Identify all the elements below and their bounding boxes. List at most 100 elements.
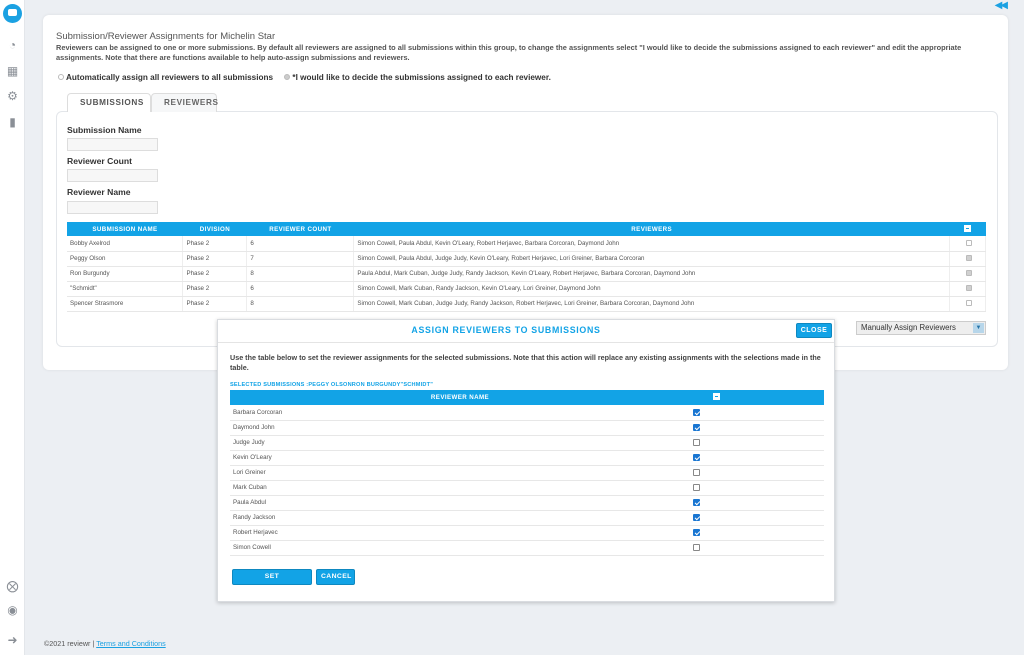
row-select-cell (949, 296, 987, 312)
submission-name-cell: Ron Burgundy (67, 266, 184, 282)
gear-icon[interactable]: ⚙ (6, 90, 19, 103)
radio-manual-assign[interactable] (284, 74, 291, 80)
sidebar: ◔ ▦ ⚙ ▮ ⨂ ◉ ➜ (0, 0, 25, 655)
reviewer-checkbox[interactable] (693, 453, 700, 461)
table-row[interactable]: Bobby Axelrod Phase 2 6 Simon Cowell, Paula… (67, 236, 987, 252)
reviewer-checkbox[interactable] (693, 483, 700, 491)
reviewer-name-cell: Judge Judy (230, 435, 690, 451)
col-division[interactable]: DIVISION (182, 222, 247, 236)
select-all-checkbox[interactable] (963, 224, 971, 232)
footer: ©2021 reviewr | Terms and Conditions (44, 639, 166, 648)
submission-name-cell: Spencer Strasmore (67, 296, 184, 312)
reviewer-name-cell: Paula Abdul (230, 495, 690, 511)
reviewer-checkbox[interactable] (693, 423, 700, 431)
reviewer-checkbox[interactable] (693, 408, 700, 416)
filter-reviewer-name-input[interactable] (67, 201, 158, 214)
reviewer-select-all-checkbox[interactable] (713, 393, 720, 400)
logout-icon[interactable]: ➜ (6, 634, 19, 647)
assign-reviewers-modal: ASSIGN REVIEWERS TO SUBMISSIONS CLOSE Us… (217, 319, 835, 602)
row-select-cell (949, 251, 987, 267)
row-checkbox[interactable] (965, 240, 972, 247)
radio-auto-label[interactable]: Automatically assign all reviewers to al… (66, 73, 273, 82)
reviewer-select-cell (690, 405, 824, 421)
submission-name-cell: "Schmidt" (67, 281, 184, 297)
reviewer-row[interactable]: Judge Judy (230, 435, 824, 451)
reviewer-checkbox[interactable] (693, 468, 700, 476)
submissions-table: SUBMISSION NAME DIVISION REVIEWER COUNT … (67, 222, 987, 312)
reviewer-select-cell (690, 525, 824, 541)
action-select-value: Manually Assign Reviewers (861, 323, 956, 332)
row-checkbox[interactable] (965, 255, 972, 262)
terms-link[interactable]: Terms and Conditions (96, 639, 166, 648)
reviewer-checkbox[interactable] (693, 543, 700, 551)
close-button[interactable]: CLOSE (796, 323, 832, 338)
reviewer-select-cell (690, 420, 824, 436)
reviewer-count-cell: 8 (246, 266, 355, 282)
reviewer-row[interactable]: Mark Cuban (230, 480, 824, 496)
tab-reviewers[interactable]: REVIEWERS (151, 93, 218, 112)
radio-auto-assign[interactable] (58, 74, 64, 80)
reviewer-row[interactable]: Daymond John (230, 420, 824, 436)
reviewer-checkbox[interactable] (693, 438, 700, 446)
filter-reviewer-count-label: Reviewer Count (67, 156, 132, 166)
table-row[interactable]: Peggy Olson Phase 2 7 Simon Cowell, Paula A… (67, 251, 987, 267)
col-reviewer-name[interactable]: REVIEWER NAME (230, 390, 690, 405)
row-checkbox[interactable] (965, 300, 972, 307)
reviewer-row[interactable]: Kevin O'Leary (230, 450, 824, 466)
submission-name-cell: Bobby Axelrod (67, 236, 184, 252)
reviewer-name-cell: Mark Cuban (230, 480, 690, 496)
tab-submissions[interactable]: SUBMISSIONS (67, 93, 151, 112)
page-title: Submission/Reviewer Assignments for Mich… (56, 31, 276, 42)
reviewer-row[interactable]: Randy Jackson (230, 510, 824, 526)
reviewer-select-cell (690, 510, 824, 526)
row-select-cell (949, 236, 987, 252)
col-submission-name[interactable]: SUBMISSION NAME (67, 222, 183, 236)
dashboard-icon[interactable]: ◔ (6, 39, 19, 52)
row-checkbox[interactable] (965, 270, 972, 277)
filter-reviewer-count-input[interactable] (67, 169, 158, 182)
reviewer-row[interactable]: Simon Cowell (230, 540, 824, 556)
col-reviewers[interactable]: REVIEWERS (353, 222, 950, 236)
row-checkbox[interactable] (965, 285, 972, 292)
assignment-mode-radios: Automatically assign all reviewers to al… (58, 73, 551, 82)
reviewers-cell: Simon Cowell, Paula Abdul, Judge Judy, K… (353, 251, 950, 267)
cancel-button[interactable]: CANCEL (316, 569, 355, 585)
reviewer-row[interactable]: Paula Abdul (230, 495, 824, 511)
filter-submission-name-input[interactable] (67, 138, 158, 151)
clipboard-icon[interactable]: ▮ (6, 116, 19, 129)
reviewer-select-cell (690, 540, 824, 556)
action-select[interactable]: Manually Assign Reviewers ▼ (856, 321, 986, 335)
radio-manual-label[interactable]: *I would like to decide the submissions … (292, 73, 550, 82)
reviewer-select-cell (690, 435, 824, 451)
calendar-icon[interactable]: ▦ (6, 65, 19, 78)
chevron-down-icon[interactable]: ▼ (973, 323, 984, 333)
reviewer-row[interactable]: Barbara Corcoran (230, 405, 824, 421)
table-row[interactable]: Spencer Strasmore Phase 2 8 Simon Cowell, M… (67, 296, 987, 312)
reviewer-row[interactable]: Lori Greiner (230, 465, 824, 481)
footer-copyright: ©2021 reviewr | (44, 639, 97, 648)
table-row[interactable]: Ron Burgundy Phase 2 8 Paula Abdul, Mark Cu… (67, 266, 987, 282)
selected-submissions-label: SELECTED SUBMISSIONS :PEGGY OLSONRON BUR… (230, 382, 434, 388)
reviewer-select-cell (690, 465, 824, 481)
reviewer-checkbox[interactable] (693, 513, 700, 521)
division-cell: Phase 2 (182, 236, 248, 252)
reviewers-cell: Simon Cowell, Paula Abdul, Kevin O'Leary… (353, 236, 950, 252)
table-row[interactable]: "Schmidt" Phase 2 6 Simon Cowell, Mark Cuba… (67, 281, 987, 297)
reviewers-cell: Simon Cowell, Mark Cuban, Randy Jackson,… (353, 281, 950, 297)
reviewer-count-cell: 8 (246, 296, 355, 312)
col-reviewer-count[interactable]: REVIEWER COUNT (246, 222, 354, 236)
reviewer-checkbox[interactable] (693, 498, 700, 506)
set-assignments-button[interactable]: SET ASSIGNMENTS (232, 569, 312, 594)
collapse-sidebar-icon[interactable]: ◀◀ (995, 0, 1008, 11)
reviewer-checkbox[interactable] (693, 528, 700, 536)
reviewer-count-cell: 6 (246, 281, 355, 297)
reviewer-name-cell: Lori Greiner (230, 465, 690, 481)
modal-title: ASSIGN REVIEWERS TO SUBMISSIONS (411, 325, 601, 335)
submission-name-cell: Peggy Olson (67, 251, 184, 267)
app-logo-icon[interactable] (3, 4, 22, 23)
reviewers-cell: Simon Cowell, Mark Cuban, Judge Judy, Ra… (353, 296, 950, 312)
close-circle-icon[interactable]: ⨂ (6, 580, 19, 593)
reviewer-row[interactable]: Robert Herjavec (230, 525, 824, 541)
user-icon[interactable]: ◉ (6, 604, 19, 617)
modal-divider (218, 342, 834, 343)
